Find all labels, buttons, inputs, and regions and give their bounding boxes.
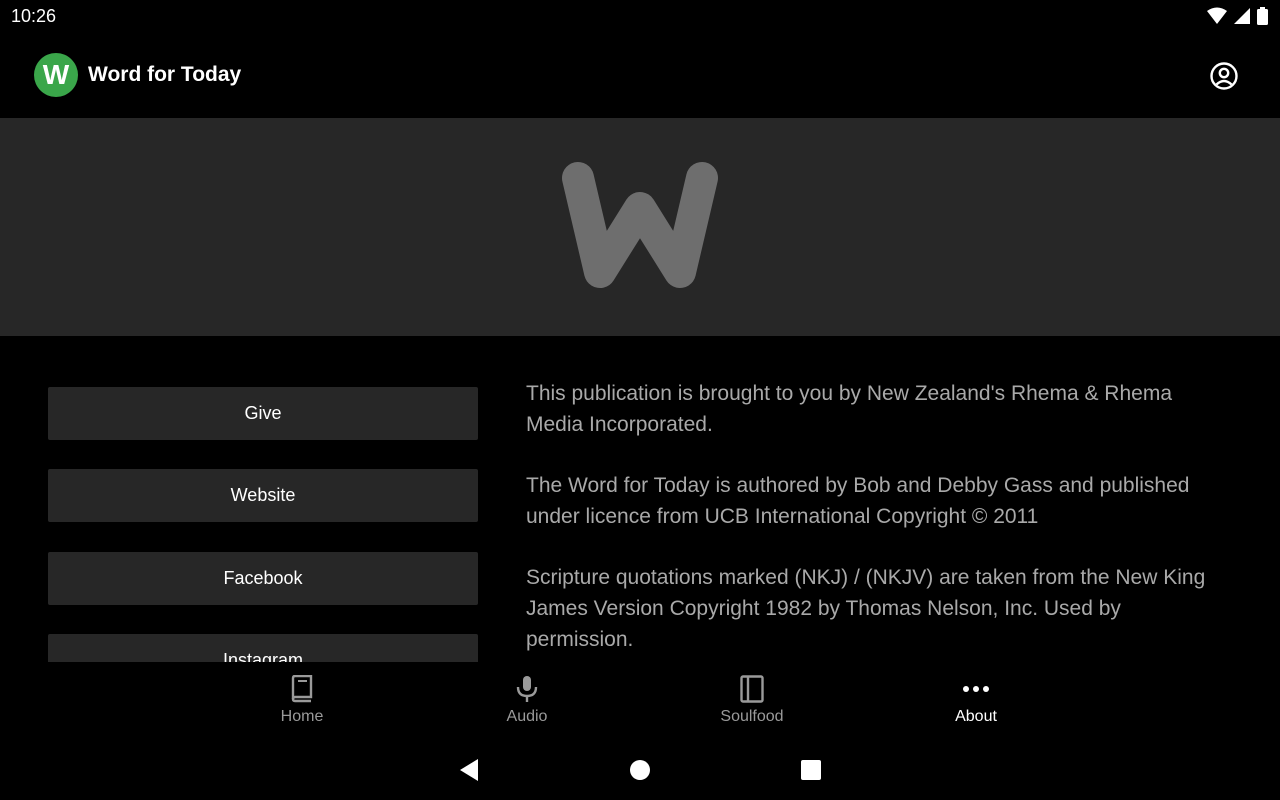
notebook-icon bbox=[740, 675, 764, 703]
about-content: Give Website Facebook Instagram This pub… bbox=[0, 336, 1280, 662]
instagram-button[interactable]: Instagram bbox=[48, 634, 478, 662]
back-triangle-icon bbox=[460, 759, 478, 781]
status-bar: 10:26 bbox=[0, 0, 1280, 34]
website-button[interactable]: Website bbox=[48, 469, 478, 522]
recents-button[interactable] bbox=[797, 756, 825, 784]
recents-square-icon bbox=[801, 760, 821, 780]
info-paragraph-publisher: This publication is brought to you by Ne… bbox=[526, 382, 1173, 436]
app-logo: W bbox=[34, 53, 78, 97]
bottom-navigation: Home Audio Soulfood About bbox=[0, 662, 1280, 740]
nav-item-soulfood[interactable]: Soulfood bbox=[672, 662, 832, 740]
book-icon bbox=[291, 675, 313, 703]
nav-label-audio: Audio bbox=[506, 708, 548, 725]
app-title: Word for Today bbox=[88, 63, 242, 86]
facebook-button[interactable]: Facebook bbox=[48, 552, 478, 605]
w-logo-icon bbox=[562, 162, 718, 288]
info-paragraph-author: The Word for Today is authored by Bob an… bbox=[526, 474, 1190, 528]
nav-item-home[interactable]: Home bbox=[222, 662, 382, 740]
nav-item-audio[interactable]: Audio bbox=[447, 662, 607, 740]
nav-label-about: About bbox=[955, 708, 997, 725]
back-button[interactable] bbox=[455, 756, 483, 784]
about-info: This publication is brought to you by Ne… bbox=[526, 378, 1216, 662]
nav-item-about[interactable]: About bbox=[896, 662, 1056, 740]
battery-icon bbox=[1257, 7, 1268, 25]
status-time: 10:26 bbox=[11, 6, 57, 26]
status-icons bbox=[1207, 7, 1268, 25]
more-horizontal-icon bbox=[963, 686, 989, 692]
app-bar: W Word for Today bbox=[0, 34, 1280, 118]
cellular-signal-icon bbox=[1234, 8, 1250, 24]
system-navigation-bar bbox=[0, 740, 1280, 800]
account-button[interactable] bbox=[1208, 60, 1240, 92]
hero-banner bbox=[0, 118, 1280, 336]
account-circle-icon bbox=[1210, 62, 1238, 90]
home-circle-icon bbox=[630, 760, 650, 780]
info-paragraph-scripture: Scripture quotations marked (NKJ) / (NKJ… bbox=[526, 566, 1206, 651]
home-button[interactable] bbox=[626, 756, 654, 784]
nav-label-soulfood: Soulfood bbox=[720, 708, 784, 725]
give-button[interactable]: Give bbox=[48, 387, 478, 440]
wifi-icon bbox=[1207, 7, 1227, 24]
microphone-icon bbox=[516, 676, 538, 702]
nav-label-home: Home bbox=[280, 708, 324, 725]
